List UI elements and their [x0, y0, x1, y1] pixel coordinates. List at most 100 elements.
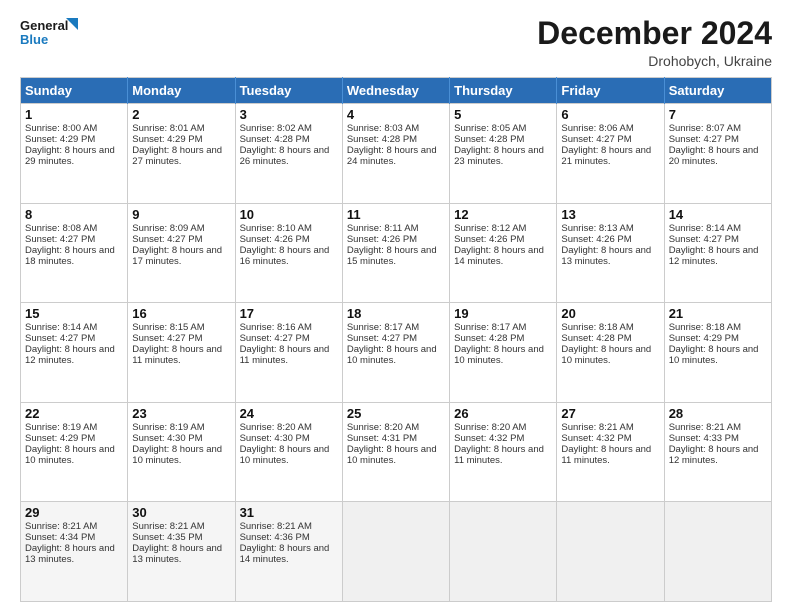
calendar-cell: 15Sunrise: 8:14 AMSunset: 4:27 PMDayligh…: [21, 303, 128, 403]
calendar-cell: 13Sunrise: 8:13 AMSunset: 4:26 PMDayligh…: [557, 203, 664, 303]
logo: GeneralBlue: [20, 16, 80, 57]
sunset-text: Sunset: 4:35 PM: [132, 532, 230, 543]
day-number: 17: [240, 306, 338, 321]
sunrise-text: Sunrise: 8:15 AM: [132, 322, 230, 333]
sunrise-text: Sunrise: 8:14 AM: [669, 223, 767, 234]
daylight-text: Daylight: 8 hours and 10 minutes.: [347, 344, 445, 366]
sunset-text: Sunset: 4:29 PM: [669, 333, 767, 344]
calendar-cell: 24Sunrise: 8:20 AMSunset: 4:30 PMDayligh…: [235, 402, 342, 502]
sunset-text: Sunset: 4:27 PM: [25, 333, 123, 344]
daylight-text: Daylight: 8 hours and 10 minutes.: [561, 344, 659, 366]
daylight-text: Daylight: 8 hours and 10 minutes.: [454, 344, 552, 366]
day-number: 20: [561, 306, 659, 321]
sunrise-text: Sunrise: 8:21 AM: [240, 521, 338, 532]
sunset-text: Sunset: 4:34 PM: [25, 532, 123, 543]
calendar-cell: 10Sunrise: 8:10 AMSunset: 4:26 PMDayligh…: [235, 203, 342, 303]
day-number: 18: [347, 306, 445, 321]
daylight-text: Daylight: 8 hours and 20 minutes.: [669, 145, 767, 167]
sunset-text: Sunset: 4:28 PM: [454, 333, 552, 344]
calendar-cell: 31Sunrise: 8:21 AMSunset: 4:36 PMDayligh…: [235, 502, 342, 602]
sunset-text: Sunset: 4:30 PM: [132, 433, 230, 444]
sunset-text: Sunset: 4:26 PM: [454, 234, 552, 245]
sunset-text: Sunset: 4:28 PM: [240, 134, 338, 145]
svg-text:General: General: [20, 18, 68, 33]
daylight-text: Daylight: 8 hours and 11 minutes.: [132, 344, 230, 366]
week-row-3: 22Sunrise: 8:19 AMSunset: 4:29 PMDayligh…: [21, 402, 772, 502]
day-number: 28: [669, 406, 767, 421]
calendar-cell: 4Sunrise: 8:03 AMSunset: 4:28 PMDaylight…: [342, 104, 449, 204]
sunrise-text: Sunrise: 8:09 AM: [132, 223, 230, 234]
daylight-text: Daylight: 8 hours and 11 minutes.: [454, 444, 552, 466]
sunset-text: Sunset: 4:26 PM: [561, 234, 659, 245]
daylight-text: Daylight: 8 hours and 13 minutes.: [561, 245, 659, 267]
day-number: 30: [132, 505, 230, 520]
header-day-tuesday: Tuesday: [235, 78, 342, 104]
day-number: 16: [132, 306, 230, 321]
calendar-cell: 8Sunrise: 8:08 AMSunset: 4:27 PMDaylight…: [21, 203, 128, 303]
calendar-cell: 25Sunrise: 8:20 AMSunset: 4:31 PMDayligh…: [342, 402, 449, 502]
calendar-table: SundayMondayTuesdayWednesdayThursdayFrid…: [20, 77, 772, 602]
sunset-text: Sunset: 4:30 PM: [240, 433, 338, 444]
daylight-text: Daylight: 8 hours and 16 minutes.: [240, 245, 338, 267]
sunrise-text: Sunrise: 8:11 AM: [347, 223, 445, 234]
sunset-text: Sunset: 4:26 PM: [240, 234, 338, 245]
calendar-cell: 18Sunrise: 8:17 AMSunset: 4:27 PMDayligh…: [342, 303, 449, 403]
calendar-cell: 2Sunrise: 8:01 AMSunset: 4:29 PMDaylight…: [128, 104, 235, 204]
sunrise-text: Sunrise: 8:20 AM: [240, 422, 338, 433]
daylight-text: Daylight: 8 hours and 14 minutes.: [240, 543, 338, 565]
header-day-saturday: Saturday: [664, 78, 771, 104]
calendar-cell: 16Sunrise: 8:15 AMSunset: 4:27 PMDayligh…: [128, 303, 235, 403]
sunset-text: Sunset: 4:27 PM: [669, 234, 767, 245]
sunrise-text: Sunrise: 8:12 AM: [454, 223, 552, 234]
sunset-text: Sunset: 4:31 PM: [347, 433, 445, 444]
calendar-cell: 12Sunrise: 8:12 AMSunset: 4:26 PMDayligh…: [450, 203, 557, 303]
daylight-text: Daylight: 8 hours and 23 minutes.: [454, 145, 552, 167]
sunrise-text: Sunrise: 8:17 AM: [347, 322, 445, 333]
day-number: 19: [454, 306, 552, 321]
week-row-4: 29Sunrise: 8:21 AMSunset: 4:34 PMDayligh…: [21, 502, 772, 602]
calendar-cell: 5Sunrise: 8:05 AMSunset: 4:28 PMDaylight…: [450, 104, 557, 204]
header-day-friday: Friday: [557, 78, 664, 104]
sunrise-text: Sunrise: 8:21 AM: [561, 422, 659, 433]
daylight-text: Daylight: 8 hours and 14 minutes.: [454, 245, 552, 267]
sunrise-text: Sunrise: 8:02 AM: [240, 123, 338, 134]
main-title: December 2024: [537, 16, 772, 51]
calendar-cell: [342, 502, 449, 602]
sunset-text: Sunset: 4:33 PM: [669, 433, 767, 444]
svg-text:Blue: Blue: [20, 32, 48, 47]
calendar-cell: 28Sunrise: 8:21 AMSunset: 4:33 PMDayligh…: [664, 402, 771, 502]
calendar-cell: 30Sunrise: 8:21 AMSunset: 4:35 PMDayligh…: [128, 502, 235, 602]
day-number: 15: [25, 306, 123, 321]
daylight-text: Daylight: 8 hours and 18 minutes.: [25, 245, 123, 267]
day-number: 22: [25, 406, 123, 421]
day-number: 6: [561, 107, 659, 122]
day-number: 14: [669, 207, 767, 222]
sunrise-text: Sunrise: 8:19 AM: [132, 422, 230, 433]
sunrise-text: Sunrise: 8:20 AM: [454, 422, 552, 433]
day-number: 27: [561, 406, 659, 421]
calendar-cell: 11Sunrise: 8:11 AMSunset: 4:26 PMDayligh…: [342, 203, 449, 303]
title-block: December 2024 Drohobych, Ukraine: [537, 16, 772, 69]
day-number: 25: [347, 406, 445, 421]
daylight-text: Daylight: 8 hours and 29 minutes.: [25, 145, 123, 167]
daylight-text: Daylight: 8 hours and 15 minutes.: [347, 245, 445, 267]
day-number: 7: [669, 107, 767, 122]
subtitle: Drohobych, Ukraine: [537, 53, 772, 69]
daylight-text: Daylight: 8 hours and 21 minutes.: [561, 145, 659, 167]
day-number: 13: [561, 207, 659, 222]
day-number: 12: [454, 207, 552, 222]
sunrise-text: Sunrise: 8:14 AM: [25, 322, 123, 333]
sunset-text: Sunset: 4:28 PM: [454, 134, 552, 145]
sunset-text: Sunset: 4:28 PM: [347, 134, 445, 145]
day-number: 23: [132, 406, 230, 421]
sunrise-text: Sunrise: 8:00 AM: [25, 123, 123, 134]
calendar-cell: 3Sunrise: 8:02 AMSunset: 4:28 PMDaylight…: [235, 104, 342, 204]
daylight-text: Daylight: 8 hours and 27 minutes.: [132, 145, 230, 167]
day-number: 11: [347, 207, 445, 222]
daylight-text: Daylight: 8 hours and 13 minutes.: [25, 543, 123, 565]
sunrise-text: Sunrise: 8:21 AM: [25, 521, 123, 532]
daylight-text: Daylight: 8 hours and 13 minutes.: [132, 543, 230, 565]
week-row-2: 15Sunrise: 8:14 AMSunset: 4:27 PM Dayligh…: [21, 303, 772, 403]
sunrise-text: Sunrise: 8:19 AM: [25, 422, 123, 433]
sunrise-text: Sunrise: 8:01 AM: [132, 123, 230, 134]
